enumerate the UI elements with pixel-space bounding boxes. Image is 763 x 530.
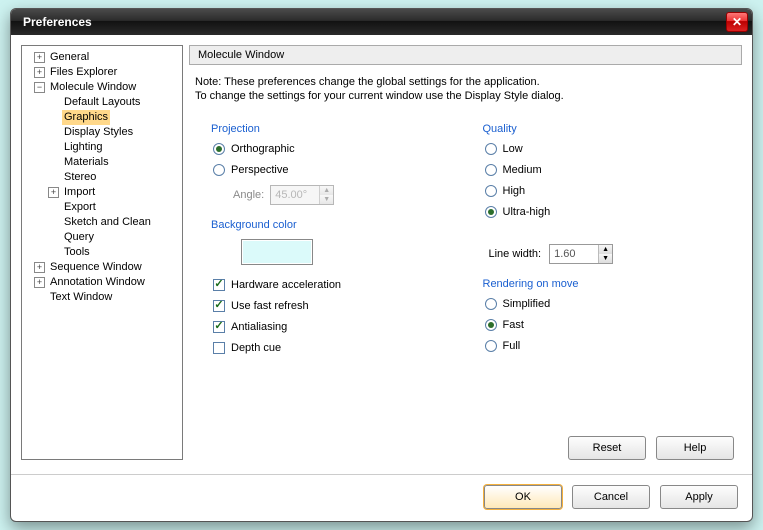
radio-icon [485, 340, 497, 352]
panel-buttons: Reset Help [189, 428, 742, 460]
tree-item-default-layouts[interactable]: Default Layouts [24, 95, 180, 110]
radio-quality-ultra[interactable]: Ultra-high [485, 206, 735, 218]
radio-icon [485, 185, 497, 197]
line-width-input[interactable] [550, 245, 598, 263]
bgcolor-label: Background color [211, 219, 463, 231]
radio-icon [485, 164, 497, 176]
tree-item-materials[interactable]: Materials [24, 155, 180, 170]
note-text: Note: These preferences change the globa… [189, 73, 742, 113]
window-title: Preferences [23, 15, 726, 29]
tree-item-graphics[interactable]: Graphics [24, 110, 180, 125]
ok-button[interactable]: OK [484, 485, 562, 509]
radio-icon [485, 319, 497, 331]
line-width-stepper[interactable]: ▲▼ [549, 244, 613, 264]
radio-icon [213, 143, 225, 155]
tree-item-text-window[interactable]: Text Window [24, 290, 180, 305]
quality-label: Quality [483, 123, 735, 135]
radio-icon [485, 143, 497, 155]
check-hw-accel[interactable]: Hardware acceleration [213, 279, 463, 291]
dialog-buttons: OK Cancel Apply [11, 475, 752, 521]
left-column: Projection Orthographic Perspective Angl… [211, 117, 463, 428]
expand-icon[interactable]: + [48, 187, 59, 198]
radio-quality-medium[interactable]: Medium [485, 164, 735, 176]
angle-row: Angle: ▲▼ [233, 185, 463, 205]
angle-label: Angle: [233, 189, 264, 201]
radio-rom-fast[interactable]: Fast [485, 319, 735, 331]
help-button[interactable]: Help [656, 436, 734, 460]
tree-item-sequence-window[interactable]: +Sequence Window [24, 260, 180, 275]
checkbox-icon [213, 342, 225, 354]
radio-orthographic[interactable]: Orthographic [213, 143, 463, 155]
tree-item-display-styles[interactable]: Display Styles [24, 125, 180, 140]
expand-icon[interactable]: + [34, 52, 45, 63]
angle-input [271, 186, 319, 204]
rom-label: Rendering on move [483, 278, 735, 290]
checkbox-icon [213, 279, 225, 291]
apply-button[interactable]: Apply [660, 485, 738, 509]
tree-item-sketch-and-clean[interactable]: Sketch and Clean [24, 215, 180, 230]
tree-item-tools[interactable]: Tools [24, 245, 180, 260]
radio-icon [485, 206, 497, 218]
expand-icon[interactable]: + [34, 277, 45, 288]
page-title: Molecule Window [189, 45, 742, 65]
close-icon[interactable]: ✕ [726, 12, 748, 32]
tree-item-lighting[interactable]: Lighting [24, 140, 180, 155]
tree-item-general[interactable]: +General [24, 50, 180, 65]
tree-item-query[interactable]: Query [24, 230, 180, 245]
right-column: Quality Low Medium High Ultra-high Line … [483, 117, 735, 428]
bgcolor-swatch[interactable] [241, 239, 313, 265]
projection-label: Projection [211, 123, 463, 135]
check-depth-cue[interactable]: Depth cue [213, 342, 463, 354]
radio-rom-full[interactable]: Full [485, 340, 735, 352]
tree-item-files-explorer[interactable]: +Files Explorer [24, 65, 180, 80]
expand-icon[interactable]: + [34, 262, 45, 273]
line-width-label: Line width: [489, 248, 542, 260]
checkbox-icon [213, 300, 225, 312]
nav-tree[interactable]: +General +Files Explorer −Molecule Windo… [21, 45, 183, 460]
angle-stepper: ▲▼ [270, 185, 334, 205]
tree-item-export[interactable]: Export [24, 200, 180, 215]
titlebar: Preferences ✕ [11, 9, 752, 35]
chevron-down-icon: ▼ [320, 195, 333, 204]
content-area: +General +Files Explorer −Molecule Windo… [11, 35, 752, 468]
line-width-row: Line width: ▲▼ [489, 244, 735, 264]
radio-perspective[interactable]: Perspective [213, 164, 463, 176]
radio-rom-simplified[interactable]: Simplified [485, 298, 735, 310]
chevron-down-icon[interactable]: ▼ [599, 254, 612, 263]
tree-item-annotation-window[interactable]: +Annotation Window [24, 275, 180, 290]
options-area: Projection Orthographic Perspective Angl… [189, 113, 742, 428]
preferences-window: Preferences ✕ +General +Files Explorer −… [10, 8, 753, 522]
cancel-button[interactable]: Cancel [572, 485, 650, 509]
chevron-up-icon: ▲ [320, 186, 333, 195]
chevron-up-icon[interactable]: ▲ [599, 245, 612, 254]
tree-item-import[interactable]: +Import [24, 185, 180, 200]
checkbox-icon [213, 321, 225, 333]
expand-icon[interactable]: + [34, 67, 45, 78]
radio-quality-low[interactable]: Low [485, 143, 735, 155]
tree-item-stereo[interactable]: Stereo [24, 170, 180, 185]
reset-button[interactable]: Reset [568, 436, 646, 460]
settings-panel: Molecule Window Note: These preferences … [189, 45, 742, 460]
check-fast-refresh[interactable]: Use fast refresh [213, 300, 463, 312]
tree-item-molecule-window[interactable]: −Molecule Window [24, 80, 180, 95]
radio-icon [485, 298, 497, 310]
radio-icon [213, 164, 225, 176]
collapse-icon[interactable]: − [34, 82, 45, 93]
radio-quality-high[interactable]: High [485, 185, 735, 197]
check-antialiasing[interactable]: Antialiasing [213, 321, 463, 333]
